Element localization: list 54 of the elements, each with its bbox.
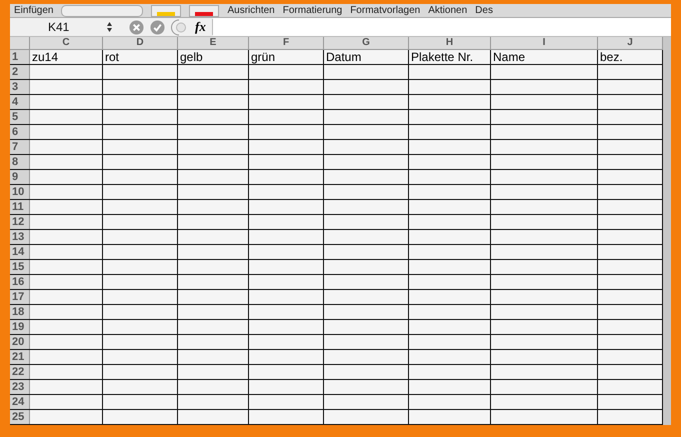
row-header[interactable]: 3: [10, 80, 30, 94]
check-icon[interactable]: [150, 20, 165, 35]
column-header[interactable]: H: [409, 37, 491, 49]
name-box[interactable]: K41: [10, 20, 102, 34]
table-cell[interactable]: gelb: [178, 50, 249, 64]
row-header[interactable]: 22: [10, 365, 30, 379]
scrollbar[interactable]: [663, 37, 671, 425]
stepper-icon[interactable]: [106, 21, 113, 34]
toolbar-label[interactable]: Formatierung: [282, 5, 342, 16]
row-header[interactable]: 19: [10, 320, 30, 334]
row-header[interactable]: 4: [10, 95, 30, 109]
toolbar-label[interactable]: Formatvorlagen: [350, 5, 420, 16]
row-header[interactable]: 8: [10, 155, 30, 169]
row-header[interactable]: 9: [10, 170, 30, 184]
column-header[interactable]: D: [103, 37, 178, 49]
toolbar-label[interactable]: Aktionen: [428, 5, 468, 16]
row-header[interactable]: 20: [10, 335, 30, 349]
toolbar-label[interactable]: Einfügen: [14, 5, 54, 16]
row-header[interactable]: 12: [10, 215, 30, 229]
formula-field[interactable]: [212, 18, 671, 36]
row-header[interactable]: 17: [10, 290, 30, 304]
column-header[interactable]: C: [30, 37, 103, 49]
toolbar-label[interactable]: Des: [475, 5, 493, 16]
table-cell[interactable]: Plakette Nr.: [409, 50, 491, 64]
row-header[interactable]: 15: [10, 260, 30, 274]
row-header[interactable]: 11: [10, 200, 30, 214]
table-cell[interactable]: Name: [491, 50, 598, 64]
fill-swatch-button[interactable]: [151, 4, 182, 17]
row-header[interactable]: 13: [10, 230, 30, 244]
row-header[interactable]: 18: [10, 305, 30, 319]
font-swatch-button[interactable]: [189, 4, 220, 17]
table-cell[interactable]: Datum: [324, 50, 409, 64]
column-header[interactable]: G: [324, 37, 409, 49]
column-header[interactable]: I: [491, 37, 598, 49]
row-header[interactable]: 6: [10, 125, 30, 139]
row-header[interactable]: 16: [10, 275, 30, 289]
cancel-icon[interactable]: [129, 20, 144, 35]
row-header[interactable]: 24: [10, 395, 30, 409]
column-header[interactable]: E: [178, 37, 249, 49]
row-header[interactable]: 23: [10, 380, 30, 394]
row-header[interactable]: 2: [10, 65, 30, 79]
table-cell[interactable]: grün: [249, 50, 324, 64]
formula-icon[interactable]: [171, 18, 189, 36]
column-header[interactable]: F: [249, 37, 324, 49]
row-header[interactable]: 7: [10, 140, 30, 154]
table-cell[interactable]: zu14: [30, 50, 103, 64]
toolbar-label[interactable]: Ausrichten: [227, 5, 275, 16]
row-header[interactable]: 25: [10, 410, 30, 424]
row-header[interactable]: 10: [10, 185, 30, 199]
row-header[interactable]: 14: [10, 245, 30, 259]
row-header[interactable]: 21: [10, 350, 30, 364]
row-header[interactable]: 1: [10, 50, 30, 64]
table-cell[interactable]: rot: [103, 50, 178, 64]
row-header[interactable]: 5: [10, 110, 30, 124]
